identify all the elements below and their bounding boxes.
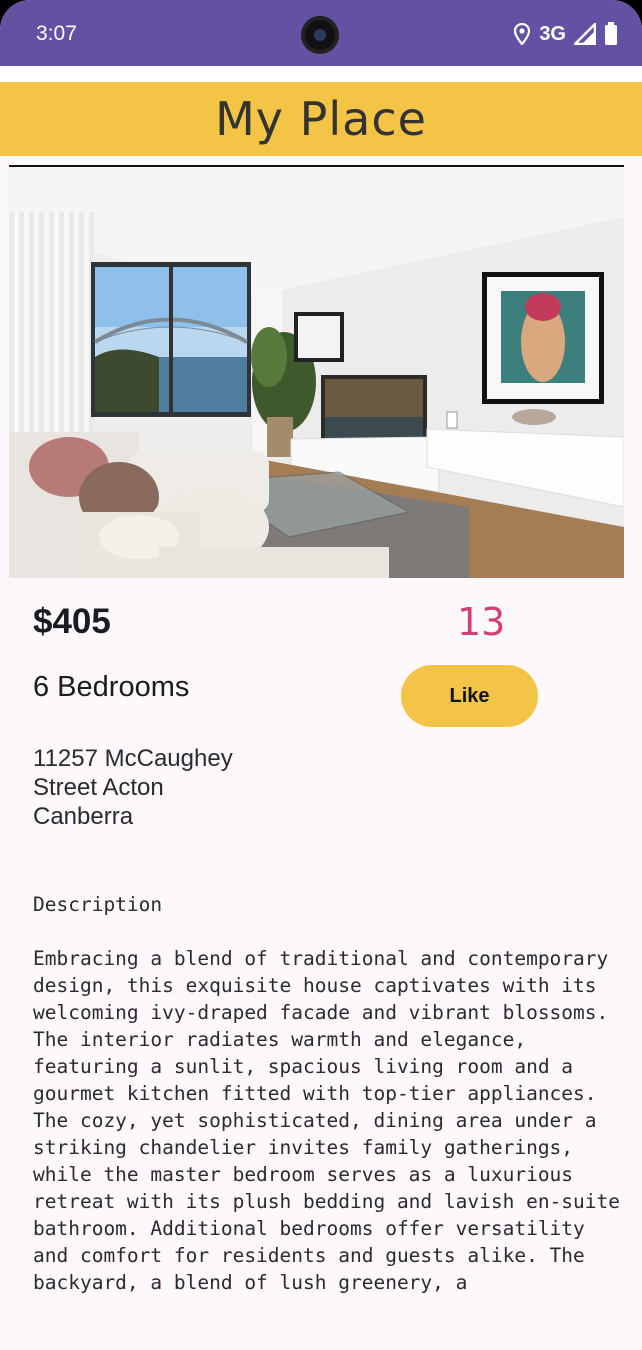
listing-price: $405 [33, 602, 111, 641]
bedrooms-count: 6 Bedrooms [33, 671, 190, 703]
header-spacer [0, 66, 642, 82]
app-screen: 3:07 3G My Place $405 13 6 Bedrooms Like… [0, 0, 642, 1350]
status-icons: 3G [513, 20, 618, 48]
listing-address: 11257 McCaughey Street Acton Canberra [33, 745, 233, 830]
description-text: Embracing a blend of traditional and con… [33, 947, 620, 1294]
living-room-photo [9, 167, 624, 578]
battery-icon [605, 22, 617, 45]
front-camera [301, 16, 339, 54]
network-label: 3G [539, 22, 566, 45]
status-bar: 3:07 3G [0, 0, 642, 66]
status-time: 3:07 [36, 22, 77, 45]
signal-icon [574, 23, 596, 45]
app-title: My Place [215, 92, 427, 146]
listing-description: Description Embracing a blend of traditi… [33, 864, 623, 1296]
location-icon [514, 23, 531, 45]
likes-count: 13 [457, 600, 506, 644]
like-button[interactable]: Like [401, 665, 538, 727]
listing-photo [9, 165, 624, 578]
app-header: My Place [0, 82, 642, 156]
description-heading: Description [33, 893, 163, 916]
